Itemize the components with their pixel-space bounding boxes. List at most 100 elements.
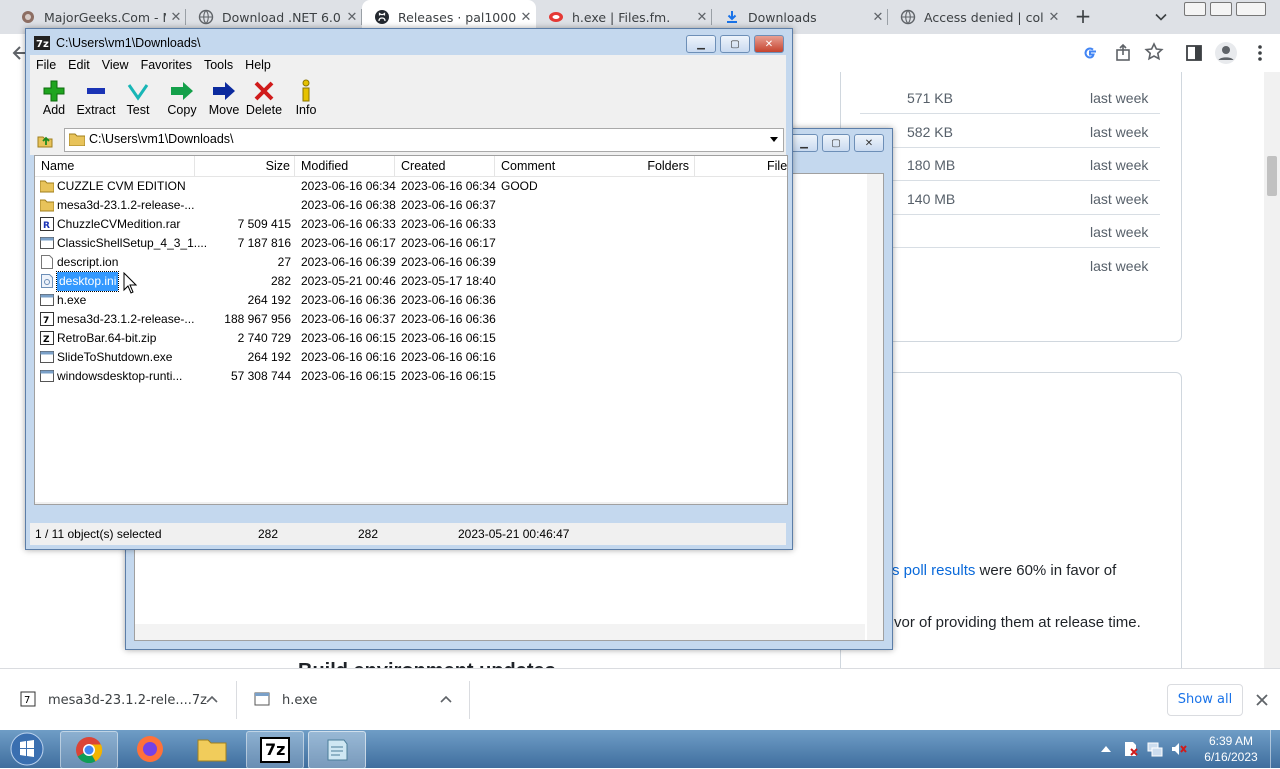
- google-lens-icon[interactable]: [1080, 43, 1100, 63]
- start-button-icon[interactable]: [8, 731, 46, 767]
- file-row[interactable]: ClassicShellSetup_4_3_1.... 7 187 816 2023…: [35, 234, 787, 253]
- seven-zip-window[interactable]: 7z C:\Users\vm1\Downloads\ ▁ ▢ ✕ File Ed…: [25, 28, 793, 550]
- menu-favorites[interactable]: Favorites: [135, 58, 198, 72]
- show-hidden-icons-icon[interactable]: [1100, 744, 1112, 754]
- copy-button[interactable]: Copy: [162, 79, 202, 125]
- menu-kebab-icon[interactable]: [1250, 43, 1270, 63]
- file-row[interactable]: Z RetroBar.64-bit.zip 2 740 729 2023-06-16 …: [35, 329, 787, 348]
- close-icon[interactable]: ✕: [166, 10, 186, 25]
- column-files[interactable]: File: [761, 156, 787, 176]
- restore-button[interactable]: [1210, 2, 1232, 16]
- vertical-scrollbar[interactable]: [867, 174, 883, 640]
- tab-access-denied[interactable]: Access denied | colla ✕: [888, 0, 1064, 34]
- show-desktop-button[interactable]: [1270, 730, 1280, 768]
- file-row[interactable]: descript.ion 27 2023-06-16 06:39 2023-06-16…: [35, 253, 787, 272]
- volume-muted-icon[interactable]: [1170, 740, 1188, 758]
- file-modified: 2023-06-16 06:16: [301, 350, 396, 364]
- test-icon: [127, 84, 149, 101]
- tab-search-chevron-icon[interactable]: [1154, 10, 1168, 24]
- new-tab-button[interactable]: +: [1072, 5, 1094, 27]
- scrollbar-thumb[interactable]: [53, 504, 755, 505]
- file-row[interactable]: desktop.ini 282 2023-05-21 00:46 2023-05-17…: [35, 271, 787, 292]
- profile-avatar-icon[interactable]: [1214, 41, 1238, 65]
- column-name[interactable]: Name: [35, 156, 195, 176]
- asset-row[interactable]: 571 KB last week: [860, 80, 1160, 114]
- file-row[interactable]: CUZZLE CVM EDITION 2023-06-16 06:34 2023-0…: [35, 177, 787, 196]
- minimize-button[interactable]: ▁: [790, 134, 818, 152]
- page-scrollbar[interactable]: [1264, 72, 1280, 668]
- test-button[interactable]: Test: [118, 79, 158, 125]
- close-icon[interactable]: [1255, 693, 1269, 707]
- extract-button[interactable]: Extract: [76, 79, 116, 125]
- chevron-up-icon[interactable]: [440, 694, 452, 704]
- file-row[interactable]: 7 mesa3d-23.1.2-release-... 188 967 956 202…: [35, 310, 787, 329]
- address-combobox[interactable]: C:\Users\vm1\Downloads\: [64, 128, 784, 152]
- column-modified[interactable]: Modified: [295, 156, 395, 176]
- asset-row[interactable]: 140 MB last week: [860, 181, 1160, 215]
- column-created[interactable]: Created: [395, 156, 495, 176]
- side-panel-icon[interactable]: [1184, 43, 1204, 63]
- download-item[interactable]: h.exe: [237, 669, 469, 731]
- horizontal-scrollbar[interactable]: [35, 502, 787, 505]
- close-icon[interactable]: ✕: [516, 10, 536, 25]
- share-icon[interactable]: [1114, 43, 1134, 63]
- taskbar-firefox[interactable]: [122, 731, 178, 767]
- menu-edit[interactable]: Edit: [62, 58, 96, 72]
- scrollbar-thumb[interactable]: [1267, 156, 1277, 196]
- file-row[interactable]: R ChuzzleCVMedition.rar 7 509 415 2023-06-1…: [35, 215, 787, 234]
- system-clock[interactable]: 6:39 AM 6/16/2023: [1196, 733, 1266, 765]
- menu-file[interactable]: File: [30, 58, 62, 72]
- file-created: 2023-06-16 06:15: [401, 369, 496, 383]
- info-button[interactable]: Info: [286, 79, 326, 125]
- poll-results-link[interactable]: s poll results: [892, 562, 975, 579]
- horizontal-scrollbar[interactable]: [135, 624, 865, 640]
- download-icon: [727, 11, 737, 23]
- column-folders[interactable]: Folders: [595, 156, 695, 176]
- close-window-button[interactable]: ✕: [854, 134, 884, 152]
- file-row[interactable]: windowsdesktop-runti... 57 308 744 2023-06…: [35, 367, 787, 386]
- network-icon[interactable]: [1146, 740, 1164, 758]
- maximize-button[interactable]: ▢: [822, 134, 850, 152]
- file-created: 2023-06-16 06:37: [401, 198, 496, 212]
- file-modified: 2023-06-16 06:39: [301, 255, 396, 269]
- close-window-button[interactable]: ✕: [754, 35, 784, 53]
- poll-paragraph: s poll results were 60% in favor of: [892, 562, 1117, 579]
- download-item[interactable]: 7 mesa3d-23.1.2-rele....7z: [0, 669, 236, 731]
- asset-row[interactable]: 582 KB last week: [860, 114, 1160, 148]
- dropdown-arrow-icon[interactable]: [769, 136, 779, 144]
- close-icon[interactable]: ✕: [342, 10, 362, 25]
- file-row[interactable]: h.exe 264 192 2023-06-16 06:36 2023-06-16 0…: [35, 291, 787, 310]
- maximize-button[interactable]: ▢: [720, 35, 750, 53]
- taskbar-seven-zip[interactable]: 7z: [246, 731, 304, 769]
- file-created: 2023-06-16 06:36: [401, 293, 496, 307]
- file-row[interactable]: SlideToShutdown.exe 264 192 2023-06-16 06:…: [35, 348, 787, 367]
- menu-tools[interactable]: Tools: [198, 58, 239, 72]
- delete-button[interactable]: Delete: [244, 79, 284, 125]
- add-button[interactable]: Add: [34, 79, 74, 125]
- bookmark-star-icon[interactable]: [1144, 42, 1164, 62]
- action-center-icon[interactable]: [1122, 740, 1140, 758]
- column-size[interactable]: Size: [195, 156, 295, 176]
- chevron-up-icon[interactable]: [206, 694, 218, 704]
- asset-row[interactable]: last week: [860, 248, 1160, 282]
- exe-file-icon: [40, 370, 54, 382]
- move-button[interactable]: Move: [204, 79, 244, 125]
- close-window-button[interactable]: [1236, 2, 1266, 16]
- close-icon[interactable]: ✕: [1044, 10, 1064, 25]
- minimize-button[interactable]: [1184, 2, 1206, 16]
- close-icon[interactable]: ✕: [692, 10, 712, 25]
- asset-row[interactable]: last week: [860, 214, 1160, 248]
- menu-view[interactable]: View: [96, 58, 135, 72]
- file-created: 2023-06-16 06:34: [401, 179, 496, 193]
- file-row[interactable]: mesa3d-23.1.2-release-... 2023-06-16 06:3…: [35, 196, 787, 215]
- minimize-button[interactable]: ▁: [686, 35, 716, 53]
- taskbar-chrome[interactable]: [60, 731, 118, 769]
- close-icon[interactable]: ✕: [868, 10, 888, 25]
- taskbar-notepad[interactable]: [308, 731, 366, 769]
- file-name: h.exe: [57, 293, 87, 307]
- up-folder-icon[interactable]: [36, 131, 54, 149]
- taskbar-explorer[interactable]: [184, 731, 240, 767]
- show-all-button[interactable]: Show all: [1167, 684, 1243, 716]
- menu-help[interactable]: Help: [239, 58, 277, 72]
- asset-row[interactable]: 180 MB last week: [860, 147, 1160, 181]
